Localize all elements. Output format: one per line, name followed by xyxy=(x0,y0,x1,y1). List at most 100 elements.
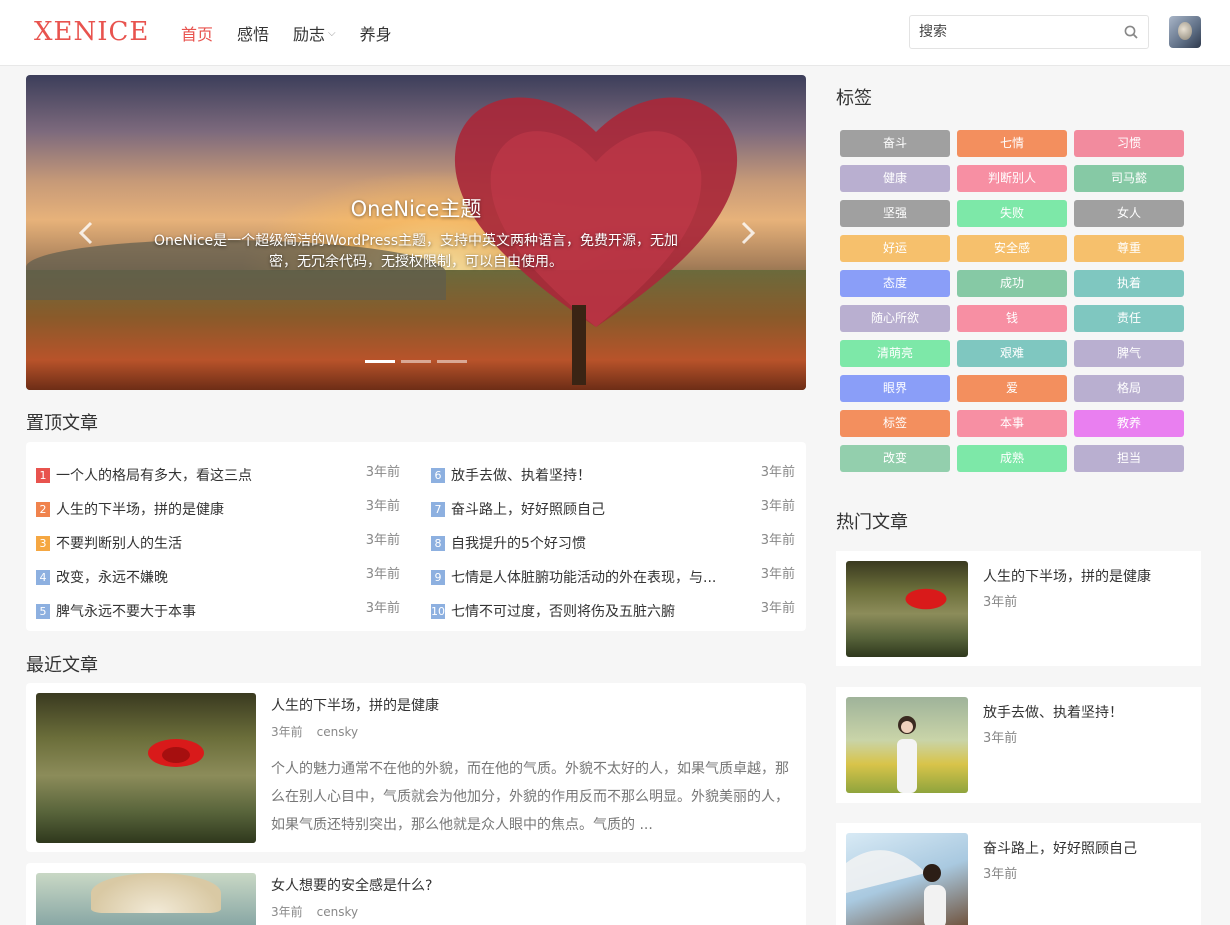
pinned-column-left: 1 一个人的格局有多大，看这三点 3年前 2 人生的下半场，拼的是健康 3年前 3 不要判断别… xyxy=(36,458,400,628)
nav-item-inspire[interactable]: 励志 ⌵ xyxy=(293,21,336,45)
nav-item-home[interactable]: 首页 xyxy=(181,21,213,45)
tag-button[interactable]: 随心所欲 xyxy=(840,305,950,332)
pinned-item[interactable]: 5 脾气永远不要大于本事 3年前 xyxy=(36,594,400,628)
tag-button[interactable]: 标签 xyxy=(840,410,950,437)
pinned-item-title[interactable]: 脾气永远不要大于本事 xyxy=(56,601,196,621)
nav-item-health[interactable]: 养身 xyxy=(360,21,392,45)
parasol-girl-image xyxy=(846,850,946,925)
slide-description: OneNice是一个超级简洁的WordPress主题，支持中英文两种语言，免费开… xyxy=(153,233,678,270)
pinned-item-title[interactable]: 自我提升的5个好习惯 xyxy=(451,533,586,553)
tag-button[interactable]: 本事 xyxy=(957,410,1067,437)
hot-post-title[interactable]: 人生的下半场，拼的是健康 xyxy=(983,566,1151,586)
tag-button[interactable]: 钱 xyxy=(957,305,1067,332)
tag-button[interactable]: 脾气 xyxy=(1074,340,1184,367)
tag-button[interactable]: 七情 xyxy=(957,130,1067,157)
post-thumbnail[interactable] xyxy=(36,693,256,843)
pinned-item-time: 3年前 xyxy=(760,465,795,480)
post-title[interactable]: 女人想要的安全感是什么? xyxy=(271,875,432,895)
hot-post-card[interactable]: 奋斗路上，好好照顾自己 3年前 xyxy=(836,823,1201,925)
slide-title[interactable]: OneNice主题 xyxy=(26,193,806,223)
pinned-item-time: 3年前 xyxy=(760,567,795,582)
slider-dot[interactable] xyxy=(437,360,467,363)
tag-button[interactable]: 态度 xyxy=(840,270,950,297)
search-input[interactable] xyxy=(910,16,1110,48)
tag-button[interactable]: 尊重 xyxy=(1074,235,1184,262)
pinned-item-time: 3年前 xyxy=(760,601,795,616)
tag-button[interactable]: 艰难 xyxy=(957,340,1067,367)
tag-button[interactable]: 女人 xyxy=(1074,200,1184,227)
pinned-item-title[interactable]: 七情不可过度，否则将伤及五脏六腑 xyxy=(451,601,675,621)
tag-button[interactable]: 担当 xyxy=(1074,445,1184,472)
tag-button[interactable]: 失败 xyxy=(957,200,1067,227)
hot-post-time: 3年前 xyxy=(983,867,1018,882)
tag-button[interactable]: 判断别人 xyxy=(957,165,1067,192)
pinned-item-title[interactable]: 人生的下半场，拼的是健康 xyxy=(56,499,224,519)
tag-button[interactable]: 执着 xyxy=(1074,270,1184,297)
post-title[interactable]: 人生的下半场，拼的是健康 xyxy=(271,695,439,715)
tag-button[interactable]: 清萌亮 xyxy=(840,340,950,367)
rank-badge: 10 xyxy=(431,603,445,619)
pinned-item[interactable]: 9 七情是人体脏腑功能活动的外在表现，与... 3年前 xyxy=(431,560,795,594)
nav-label: 感悟 xyxy=(237,25,270,44)
pinned-item-title[interactable]: 一个人的格局有多大，看这三点 xyxy=(56,465,252,485)
pinned-item[interactable]: 3 不要判断别人的生活 3年前 xyxy=(36,526,400,560)
pinned-item-title[interactable]: 七情是人体脏腑功能活动的外在表现，与... xyxy=(451,567,716,587)
tag-button[interactable]: 习惯 xyxy=(1074,130,1184,157)
hot-post-card[interactable]: 人生的下半场，拼的是健康 3年前 xyxy=(836,551,1201,666)
tag-button[interactable]: 坚强 xyxy=(840,200,950,227)
tag-button[interactable]: 责任 xyxy=(1074,305,1184,332)
tag-button[interactable]: 爱 xyxy=(957,375,1067,402)
pinned-item-title[interactable]: 放手去做、执着坚持！ xyxy=(451,465,591,485)
tag-button[interactable]: 成熟 xyxy=(957,445,1067,472)
site-logo[interactable]: XENICE xyxy=(34,17,149,47)
pinned-item-title[interactable]: 不要判断别人的生活 xyxy=(56,533,182,553)
tag-button[interactable]: 司马懿 xyxy=(1074,165,1184,192)
slider-dot[interactable] xyxy=(401,360,431,363)
chevron-right-icon[interactable] xyxy=(738,220,758,246)
recent-post-card[interactable]: 女人想要的安全感是什么? 3年前 censky xyxy=(26,863,806,925)
pinned-item[interactable]: 4 改变，永远不嫌晚 3年前 xyxy=(36,560,400,594)
post-author[interactable]: censky xyxy=(317,905,358,919)
post-excerpt: 个人的魅力通常不在他的外貌，而在他的气质。外貌不太好的人，如果气质卓越，那么在别… xyxy=(271,761,789,833)
user-avatar[interactable] xyxy=(1169,16,1201,48)
nav-item-insight[interactable]: 感悟 xyxy=(237,21,269,45)
post-thumbnail[interactable] xyxy=(36,873,256,925)
hot-post-title[interactable]: 奋斗路上，好好照顾自己 xyxy=(983,838,1137,858)
pinned-item[interactable]: 1 一个人的格局有多大，看这三点 3年前 xyxy=(36,458,400,492)
hot-post-time: 3年前 xyxy=(983,731,1018,746)
hot-post-thumbnail[interactable] xyxy=(846,561,968,657)
search-icon[interactable] xyxy=(1124,25,1138,39)
post-author[interactable]: censky xyxy=(317,725,358,739)
tag-button[interactable]: 奋斗 xyxy=(840,130,950,157)
girl-image xyxy=(897,716,917,793)
tag-button[interactable]: 格局 xyxy=(1074,375,1184,402)
pinned-item[interactable]: 6 放手去做、执着坚持！ 3年前 xyxy=(431,458,795,492)
hot-post-thumbnail[interactable] xyxy=(846,833,968,925)
hot-post-title[interactable]: 放手去做、执着坚持！ xyxy=(983,702,1123,722)
pinned-item-time: 3年前 xyxy=(365,465,400,480)
pinned-item[interactable]: 2 人生的下半场，拼的是健康 3年前 xyxy=(36,492,400,526)
chevron-left-icon[interactable] xyxy=(76,220,96,246)
tag-button[interactable]: 教养 xyxy=(1074,410,1184,437)
hot-post-thumbnail[interactable] xyxy=(846,697,968,793)
pinned-item[interactable]: 10 七情不可过度，否则将伤及五脏六腑 3年前 xyxy=(431,594,795,628)
tag-button[interactable]: 成功 xyxy=(957,270,1067,297)
tag-button[interactable]: 改变 xyxy=(840,445,950,472)
pinned-posts: 1 一个人的格局有多大，看这三点 3年前 2 人生的下半场，拼的是健康 3年前 3 不要判断别… xyxy=(26,442,806,631)
tag-button[interactable]: 安全感 xyxy=(957,235,1067,262)
pinned-item[interactable]: 7 奋斗路上，好好照顾自己 3年前 xyxy=(431,492,795,526)
tag-button[interactable]: 健康 xyxy=(840,165,950,192)
hot-section-title: 热门文章 xyxy=(836,512,908,533)
pinned-item-title[interactable]: 奋斗路上，好好照顾自己 xyxy=(451,499,605,519)
pinned-item[interactable]: 8 自我提升的5个好习惯 3年前 xyxy=(431,526,795,560)
rank-badge: 2 xyxy=(36,501,50,517)
pinned-item-title[interactable]: 改变，永远不嫌晚 xyxy=(56,567,168,587)
hot-post-card[interactable]: 放手去做、执着坚持！ 3年前 xyxy=(836,687,1201,803)
hot-post-time: 3年前 xyxy=(983,595,1018,610)
search-box xyxy=(909,15,1149,49)
tag-button[interactable]: 好运 xyxy=(840,235,950,262)
rank-badge: 5 xyxy=(36,603,50,619)
tag-button[interactable]: 眼界 xyxy=(840,375,950,402)
recent-post-card[interactable]: 人生的下半场，拼的是健康 3年前 censky 个人的魅力通常不在他的外貌，而在他… xyxy=(26,683,806,852)
slider-dot[interactable] xyxy=(365,360,395,363)
